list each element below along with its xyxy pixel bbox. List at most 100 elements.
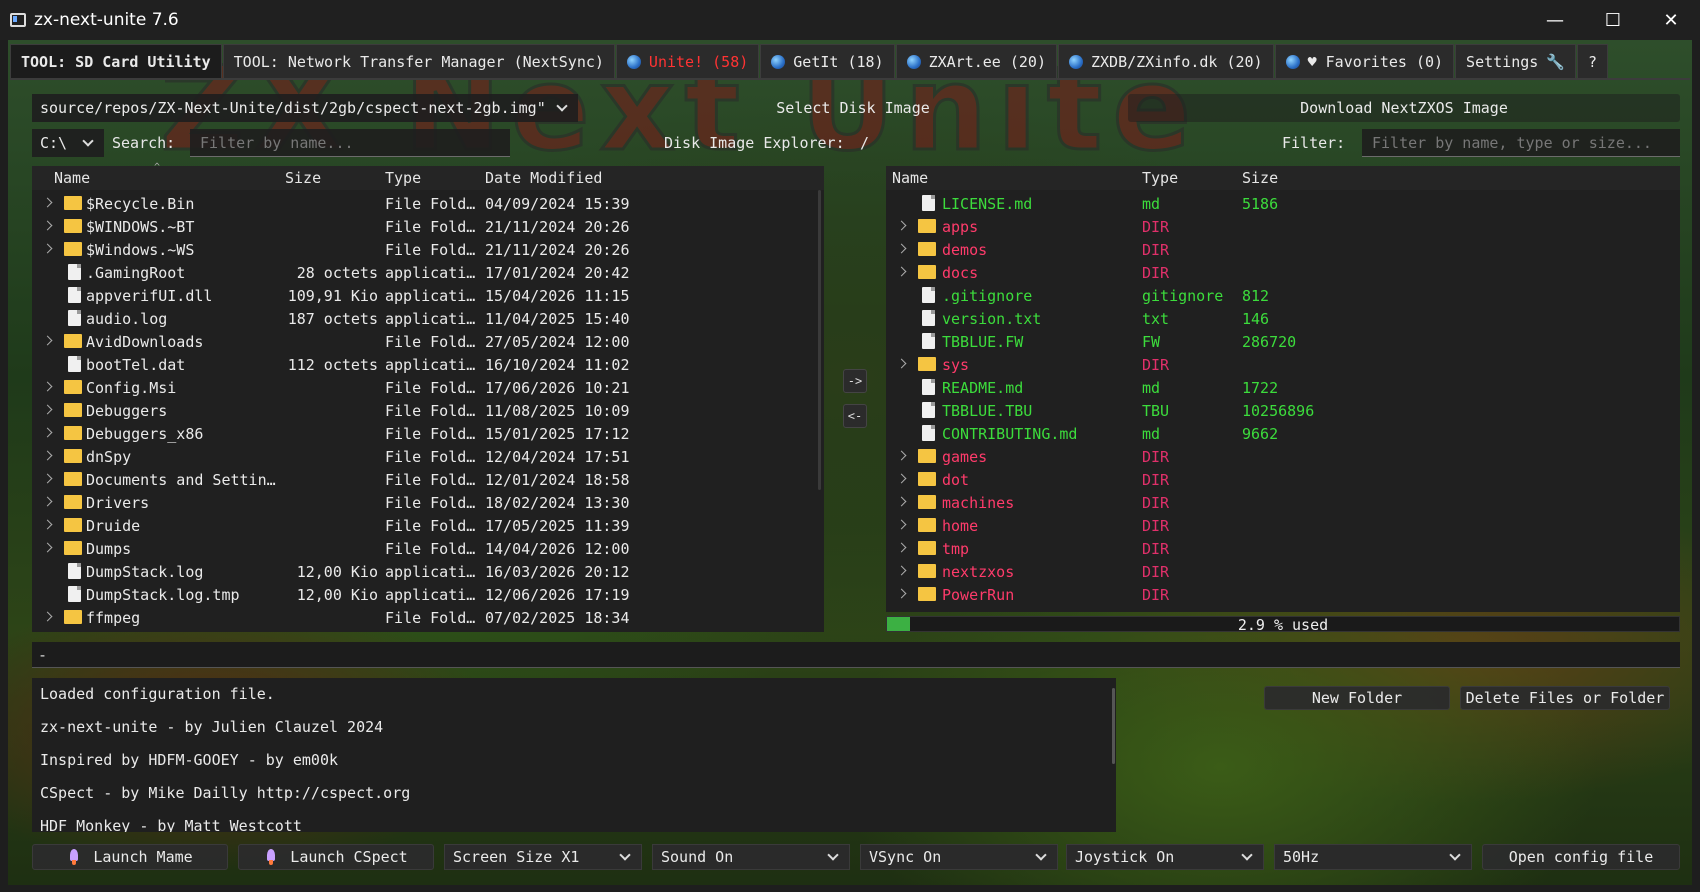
- tab-zxdb[interactable]: ZXDB/ZXinfo.dk (20): [1057, 44, 1274, 78]
- tab-getit[interactable]: GetIt (18): [760, 44, 895, 78]
- local-file-row[interactable]: $Recycle.Bin File Fold… 04/09/2024 15:39: [32, 193, 812, 214]
- expand-chevron-icon[interactable]: [896, 358, 907, 369]
- refresh-rate-select[interactable]: 50Hz: [1274, 844, 1472, 870]
- expand-chevron-icon[interactable]: [42, 519, 53, 530]
- expand-chevron-icon[interactable]: [896, 450, 907, 461]
- column-header-size[interactable]: Size: [285, 169, 321, 187]
- image-file-row[interactable]: LICENSE.md md 5186: [886, 193, 1666, 214]
- expand-chevron-icon[interactable]: [42, 404, 53, 415]
- disk-image-path-select[interactable]: source/repos/ZX-Next-Unite/dist/2gb/cspe…: [32, 94, 578, 122]
- image-file-row[interactable]: games DIR: [886, 446, 1666, 467]
- download-nextzxos-button[interactable]: Download NextZXOS Image: [1128, 94, 1680, 122]
- filter-input[interactable]: Filter by name, type or size...: [1362, 129, 1680, 157]
- expand-chevron-icon[interactable]: [42, 542, 53, 553]
- image-file-row[interactable]: machines DIR: [886, 492, 1666, 513]
- local-file-row[interactable]: dnSpy File Fold… 12/04/2024 17:51: [32, 446, 812, 467]
- image-file-row[interactable]: docs DIR: [886, 262, 1666, 283]
- local-file-row[interactable]: ffmpeg File Fold… 07/02/2025 18:34: [32, 607, 812, 628]
- tab-help[interactable]: ?: [1576, 44, 1609, 78]
- close-button[interactable]: ✕: [1642, 0, 1700, 40]
- local-file-row[interactable]: Dumps File Fold… 14/04/2026 12:00: [32, 538, 812, 559]
- vsync-select[interactable]: VSync On: [860, 844, 1058, 870]
- column-header-size[interactable]: Size: [1242, 169, 1278, 187]
- expand-chevron-icon[interactable]: [42, 427, 53, 438]
- new-folder-button[interactable]: New Folder: [1264, 686, 1450, 710]
- tab-zxart[interactable]: ZXArt.ee (20): [895, 44, 1057, 78]
- expand-chevron-icon[interactable]: [896, 588, 907, 599]
- launch-cspect-button[interactable]: Launch CSpect: [238, 844, 434, 870]
- copy-to-image-button[interactable]: ->: [843, 369, 867, 393]
- local-file-row[interactable]: appverifUI.dll 109,91 Kio applicati… 15/04/…: [32, 285, 812, 306]
- image-file-row[interactable]: tmp DIR: [886, 538, 1666, 559]
- local-file-row[interactable]: audio.log 187 octets applicati… 11/04/2025 …: [32, 308, 812, 329]
- local-file-row[interactable]: DumpStack.log.tmp 12,00 Kio applicati… 12/0…: [32, 584, 812, 605]
- copy-to-local-button[interactable]: <-: [843, 404, 867, 428]
- local-file-row[interactable]: DumpStack.log 12,00 Kio applicati… 16/03/20…: [32, 561, 812, 582]
- expand-chevron-icon[interactable]: [896, 473, 907, 484]
- column-header-type[interactable]: Type: [1142, 169, 1178, 187]
- local-file-row[interactable]: Config.Msi File Fold… 17/06/2026 10:21: [32, 377, 812, 398]
- tab-network-transfer[interactable]: TOOL: Network Transfer Manager (NextSync…: [222, 44, 615, 78]
- expand-chevron-icon[interactable]: [42, 611, 53, 622]
- expand-chevron-icon[interactable]: [896, 496, 907, 507]
- expand-chevron-icon[interactable]: [42, 243, 53, 254]
- expand-chevron-icon[interactable]: [896, 220, 907, 231]
- expand-chevron-icon[interactable]: [896, 266, 907, 277]
- column-header-type[interactable]: Type: [385, 169, 421, 187]
- select-disk-image-button[interactable]: Select Disk Image: [578, 94, 1128, 122]
- launch-mame-button[interactable]: Launch Mame: [32, 844, 228, 870]
- screen-size-select[interactable]: Screen Size X1: [444, 844, 642, 870]
- local-file-row[interactable]: Drivers File Fold… 18/02/2024 13:30: [32, 492, 812, 513]
- expand-chevron-icon[interactable]: [896, 542, 907, 553]
- local-file-row[interactable]: Druide File Fold… 17/05/2025 11:39: [32, 515, 812, 536]
- local-file-row[interactable]: Debuggers_x86 File Fold… 15/01/2025 17:12: [32, 423, 812, 444]
- local-file-row[interactable]: AvidDownloads File Fold… 27/05/2024 12:00: [32, 331, 812, 352]
- image-file-row[interactable]: PowerRun DIR: [886, 584, 1666, 605]
- image-file-row[interactable]: TBBLUE.TBU TBU 10256896: [886, 400, 1666, 421]
- image-file-row[interactable]: version.txt txt 146: [886, 308, 1666, 329]
- sound-select[interactable]: Sound On: [652, 844, 850, 870]
- local-file-row[interactable]: $WINDOWS.~BT File Fold… 21/11/2024 20:26: [32, 216, 812, 237]
- image-file-row[interactable]: demos DIR: [886, 239, 1666, 260]
- image-file-row[interactable]: TBBLUE.FW FW 286720: [886, 331, 1666, 352]
- local-file-row[interactable]: $Windows.~WS File Fold… 21/11/2024 20:26: [32, 239, 812, 260]
- tab-sd-card-utility[interactable]: TOOL: SD Card Utility: [10, 44, 222, 78]
- image-file-row[interactable]: apps DIR: [886, 216, 1666, 237]
- open-config-button[interactable]: Open config file: [1482, 844, 1680, 870]
- image-file-row[interactable]: README.md md 1722: [886, 377, 1666, 398]
- image-file-row[interactable]: dot DIR: [886, 469, 1666, 490]
- delete-files-button[interactable]: Delete Files or Folder: [1460, 686, 1670, 710]
- image-file-row[interactable]: home DIR: [886, 515, 1666, 536]
- column-header-date[interactable]: Date Modified: [485, 169, 602, 187]
- local-list-scrollbar[interactable]: [818, 190, 821, 490]
- expand-chevron-icon[interactable]: [42, 473, 53, 484]
- column-header-name[interactable]: Name: [54, 169, 90, 187]
- expand-chevron-icon[interactable]: [42, 220, 53, 231]
- expand-chevron-icon[interactable]: [896, 565, 907, 576]
- image-file-row[interactable]: .gitignore gitignore 812: [886, 285, 1666, 306]
- search-input[interactable]: Filter by name...: [190, 129, 510, 157]
- tab-unite[interactable]: Unite! (58): [615, 44, 760, 78]
- maximize-button[interactable]: ☐: [1584, 0, 1642, 40]
- minimize-button[interactable]: —: [1526, 0, 1584, 40]
- expand-chevron-icon[interactable]: [42, 450, 53, 461]
- drive-select[interactable]: C:\: [32, 129, 104, 157]
- expand-chevron-icon[interactable]: [896, 519, 907, 530]
- tab-favorites[interactable]: ♥ Favorites (0): [1274, 44, 1455, 78]
- image-file-row[interactable]: sys DIR: [886, 354, 1666, 375]
- local-file-row[interactable]: Debuggers File Fold… 11/08/2025 10:09: [32, 400, 812, 421]
- expand-chevron-icon[interactable]: [42, 496, 53, 507]
- expand-chevron-icon[interactable]: [896, 243, 907, 254]
- local-file-row[interactable]: Documents and Settin… File Fold… 12/01/202…: [32, 469, 812, 490]
- column-header-name[interactable]: Name: [892, 169, 928, 187]
- local-file-row[interactable]: bootTel.dat 112 octets applicati… 16/10/202…: [32, 354, 812, 375]
- joystick-select[interactable]: Joystick On: [1066, 844, 1264, 870]
- tab-settings[interactable]: Settings 🔧: [1455, 44, 1576, 78]
- expand-chevron-icon[interactable]: [42, 197, 53, 208]
- expand-chevron-icon[interactable]: [42, 335, 53, 346]
- local-file-row[interactable]: .GamingRoot 28 octets applicati… 17/01/2024…: [32, 262, 812, 283]
- expand-chevron-icon[interactable]: [42, 381, 53, 392]
- image-file-row[interactable]: nextzxos DIR: [886, 561, 1666, 582]
- image-file-row[interactable]: CONTRIBUTING.md md 9662: [886, 423, 1666, 444]
- log-scrollbar[interactable]: [1112, 688, 1115, 764]
